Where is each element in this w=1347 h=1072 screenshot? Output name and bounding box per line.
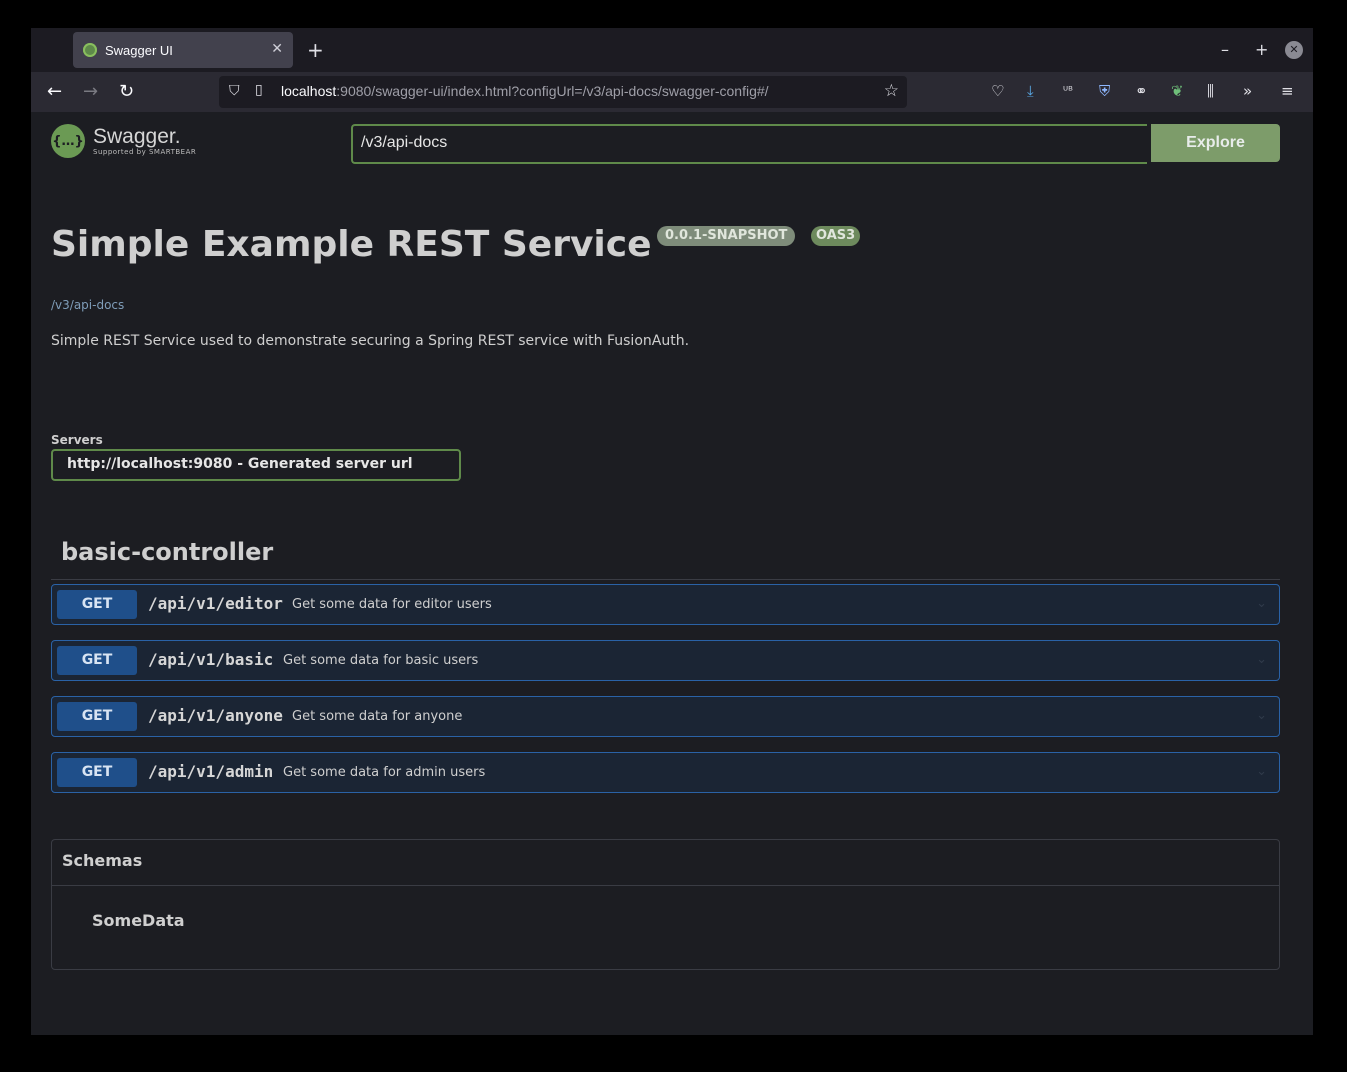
chevron-down-icon[interactable]: ⌄ [1256, 708, 1267, 723]
url-host: localhost [281, 83, 337, 99]
explore-button[interactable]: Explore [1151, 124, 1280, 162]
operation-path: /api/v1/admin [148, 762, 274, 781]
reload-icon[interactable]: ↻ [119, 81, 134, 102]
operation-summary: Get some data for anyone [292, 709, 463, 724]
tab-close-icon[interactable]: ✕ [271, 41, 283, 57]
swagger-logo-name: Swagger. [93, 125, 181, 148]
tab-strip: Swagger UI ✕ + – + ✕ [31, 28, 1313, 72]
ublock-icon[interactable]: ᵁᴮ [1063, 84, 1073, 97]
servers-label: Servers [51, 433, 103, 447]
method-badge: GET [57, 646, 137, 675]
minimize-button[interactable]: – [1221, 40, 1229, 59]
browser-tab[interactable]: Swagger UI ✕ [73, 32, 293, 68]
operation-row[interactable]: GET /api/v1/basic Get some data for basi… [51, 640, 1280, 681]
browser-window: Swagger UI ✕ + – + ✕ ← → ↻ ⛉ ▯ localhost… [31, 28, 1313, 1035]
download-icon[interactable]: ⤓ [1027, 82, 1034, 100]
spec-url-input[interactable]: /v3/api-docs [351, 124, 1147, 164]
new-tab-button[interactable]: + [307, 38, 324, 62]
tag-heading[interactable]: basic-controller [61, 538, 273, 566]
method-badge: GET [57, 758, 137, 787]
version-badge: 0.0.1-SNAPSHOT [657, 226, 796, 246]
api-docs-link[interactable]: /v3/api-docs [51, 298, 124, 312]
swagger-logo[interactable]: {…} Swagger. Supported by SMARTBEAR [51, 124, 196, 158]
operation-path: /api/v1/editor [148, 594, 283, 613]
swagger-logo-icon: {…} [51, 124, 85, 158]
method-badge: GET [57, 590, 137, 619]
library-icon[interactable]: ⫼ [1207, 82, 1214, 100]
schema-model[interactable]: SomeData [92, 911, 185, 930]
servers-select[interactable]: http://localhost:9080 - Generated server… [51, 449, 461, 481]
overflow-chevron-icon[interactable]: » [1243, 82, 1252, 100]
page-info-icon[interactable]: ▯ [255, 82, 263, 98]
operation-summary: Get some data for basic users [283, 653, 479, 668]
operation-row[interactable]: GET /api/v1/admin Get some data for admi… [51, 752, 1280, 793]
schemas-divider [52, 885, 1279, 886]
swagger-page: {…} Swagger. Supported by SMARTBEAR /v3/… [31, 112, 1313, 1035]
bookmark-star-icon[interactable]: ☆ [884, 81, 899, 101]
pocket-icon[interactable]: ♡ [991, 82, 1004, 100]
schemas-section: Schemas SomeData [51, 839, 1280, 970]
navigation-bar: ← → ↻ ⛉ ▯ localhost:9080/swagger-ui/inde… [31, 72, 1313, 112]
tab-title: Swagger UI [105, 42, 173, 58]
tag-divider [51, 579, 1280, 580]
forward-arrow-icon[interactable]: → [83, 81, 98, 102]
chevron-down-icon[interactable]: ⌄ [1256, 652, 1267, 667]
operation-row[interactable]: GET /api/v1/editor Get some data for edi… [51, 584, 1280, 625]
hamburger-menu-icon[interactable]: ≡ [1281, 82, 1294, 100]
tracking-shield-icon[interactable]: ⛉ [229, 83, 240, 99]
spec-url-value: /v3/api-docs [361, 134, 448, 151]
schemas-heading[interactable]: Schemas [62, 851, 142, 870]
leaf-extension-icon[interactable]: ❦ [1171, 82, 1184, 100]
close-window-button[interactable]: ✕ [1285, 41, 1303, 59]
servers-selected-value: http://localhost:9080 - Generated server… [67, 456, 413, 472]
oas-badge: OAS3 [811, 226, 861, 246]
chevron-down-icon[interactable]: ⌄ [1256, 764, 1267, 779]
api-description: Simple REST Service used to demonstrate … [51, 333, 690, 349]
swagger-logo-sub: Supported by SMARTBEAR [93, 148, 197, 156]
back-arrow-icon[interactable]: ← [47, 81, 62, 102]
url-text[interactable]: localhost:9080/swagger-ui/index.html?con… [281, 83, 769, 99]
operation-path: /api/v1/anyone [148, 706, 283, 725]
operation-path: /api/v1/basic [148, 650, 274, 669]
bitwarden-shield-icon[interactable]: ⛨ [1099, 82, 1110, 100]
operation-summary: Get some data for admin users [283, 765, 486, 780]
method-badge: GET [57, 702, 137, 731]
maximize-button[interactable]: + [1255, 40, 1268, 59]
api-title: Simple Example REST Service [51, 224, 652, 265]
chevron-down-icon[interactable]: ⌄ [1256, 596, 1267, 611]
url-path: :9080/swagger-ui/index.html?configUrl=/v… [336, 83, 769, 99]
operation-summary: Get some data for editor users [292, 597, 492, 612]
operation-row[interactable]: GET /api/v1/anyone Get some data for any… [51, 696, 1280, 737]
swagger-favicon-icon [83, 43, 97, 57]
binoculars-icon[interactable]: ⚭ [1135, 82, 1148, 100]
address-bar[interactable]: ⛉ ▯ localhost:9080/swagger-ui/index.html… [219, 76, 907, 108]
